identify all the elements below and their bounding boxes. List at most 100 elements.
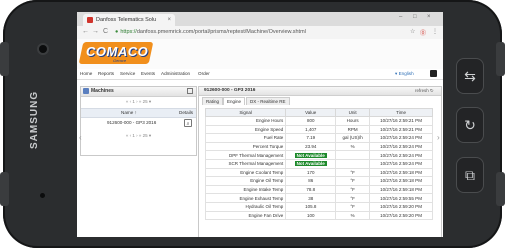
time-cell: 10/27/16 2:59:24 PM — [369, 158, 433, 169]
value-cell: 100 — [285, 210, 337, 221]
company-logo[interactable]: COMACO — [86, 44, 148, 59]
column-name[interactable]: Name ↑ — [121, 110, 137, 115]
left-bumper-top — [0, 42, 9, 76]
browser-menu-icon[interactable]: ⋮ — [432, 28, 438, 35]
front-camera — [39, 45, 47, 53]
table-row: Engine Intake Temp 78.8 °F 10/27/16 2:59:18… — [204, 184, 433, 195]
unit-cell: °F — [335, 201, 371, 212]
table-row: DPF Thermal Management Not Available 10/27… — [204, 150, 433, 160]
unit-cell: Hours — [335, 116, 371, 126]
unit-cell: °F — [335, 167, 371, 178]
machines-column-header: Name ↑ Details — [81, 108, 196, 118]
table-row: Engine Hours 800 Hours 10/27/16 2:59:21 PM — [204, 116, 433, 126]
time-cell: 10/27/16 2:59:24 PM — [369, 133, 433, 143]
back-hw-button[interactable]: ⇆ — [456, 58, 484, 94]
signal-cell: Engine Speed — [204, 124, 287, 135]
home-hw-button[interactable]: ↻ — [456, 107, 484, 143]
tab-rating[interactable]: Rating — [202, 97, 224, 105]
column-details: Details — [179, 110, 194, 115]
left-bumper-bottom — [0, 172, 9, 206]
browser-tab[interactable]: Danfoss Telematics Solu × — [83, 14, 175, 26]
machine-row[interactable]: 912600-000 - GP3 2016 ⌕ — [81, 118, 196, 128]
lock-icon: ● — [115, 29, 119, 35]
time-cell: 10/27/16 2:59:18 PM — [369, 184, 433, 195]
reload-icon[interactable]: C — [103, 28, 108, 35]
menu-item-service[interactable]: Service — [120, 71, 135, 76]
table-row: Engine Fan Drive 100% 10/27/16 2:59:20 PM — [204, 210, 433, 221]
refresh-button[interactable]: refresh ↻ — [415, 88, 434, 94]
language-select[interactable]: ▾ English — [395, 71, 414, 77]
maximize-icon[interactable]: □ — [413, 14, 417, 20]
machine-name[interactable]: 912600-000 - GP3 2016 — [107, 120, 156, 125]
right-bumper-bottom — [496, 172, 505, 206]
unit-cell: gal (US)/h — [335, 133, 371, 143]
value-cell: 105.8 — [285, 201, 337, 212]
time-cell: 10/27/16 2:59:20 PM — [369, 210, 433, 221]
value-cell: 7.19 — [285, 133, 337, 143]
value-cell: 78.8 — [285, 184, 337, 195]
column-signal: Signal — [204, 108, 287, 117]
machines-pager-top[interactable]: « ‹ 1 › » 25 ▾ — [81, 98, 196, 106]
brand-logo: SAMSUNG — [29, 90, 40, 150]
table-row: Hydraulic Oil Temp 105.8 °F 10/27/16 2:59:2… — [204, 201, 433, 212]
tab-close-icon[interactable]: × — [167, 17, 171, 23]
not-available-badge: Not Available — [294, 152, 327, 158]
table-row: Engine Exhaust Temp 38 °F 10/27/16 2:59:55 … — [204, 193, 433, 203]
menu-item-order[interactable]: Order — [198, 71, 210, 76]
time-cell: 10/27/16 2:59:21 PM — [369, 116, 433, 126]
carousel-right-arrow-icon[interactable]: › — [437, 133, 440, 142]
recent-hw-button[interactable]: ⧉ — [456, 157, 484, 193]
signal-table: Signal Value Unit Time Engine Hours 800 Ho… — [204, 108, 433, 221]
value-cell: 23.94 — [285, 141, 337, 152]
unit-cell — [335, 158, 371, 169]
table-row: Percent Torque 23.94% 10/27/16 2:59:24 PM — [204, 141, 433, 152]
menu-item-reports[interactable]: Reports — [98, 71, 114, 76]
url-field[interactable]: ● https://danfoss.pmemrick.com/portal/pri… — [115, 28, 415, 37]
machines-pager-bottom[interactable]: « ‹ 1 › » 25 ▾ — [81, 132, 196, 140]
time-cell: 10/27/16 2:59:24 PM — [369, 141, 433, 152]
details-icon[interactable]: ⌕ — [184, 119, 192, 127]
signal-cell: DPF Thermal Management — [204, 150, 287, 160]
menu-item-administration[interactable]: Administration — [161, 71, 190, 76]
time-cell: 10/27/16 2:59:21 PM — [369, 124, 433, 135]
bookmark-star-icon[interactable]: ☆ — [410, 28, 415, 35]
url-scheme: https:// — [120, 29, 137, 35]
signal-cell: Engine Hours — [204, 116, 287, 126]
machine-title: 912600-000 - GP3 2016 — [204, 88, 256, 93]
value-cell: 170 — [285, 167, 337, 178]
user-icon[interactable] — [430, 70, 437, 77]
tab-title: Danfoss Telematics Solu — [96, 17, 157, 23]
tab-engine[interactable]: Engine — [223, 97, 246, 105]
carousel-left-arrow-icon[interactable]: ‹ — [79, 133, 82, 142]
machines-icon — [83, 88, 89, 94]
column-time: Time — [369, 108, 433, 117]
signal-table-body: Engine Hours 800 Hours 10/27/16 2:59:21 PM E… — [204, 116, 433, 221]
unit-cell — [335, 150, 371, 160]
browser-tab-bar: Danfoss Telematics Solu × – □ × — [77, 12, 443, 26]
signal-cell: Engine Intake Temp — [204, 184, 287, 195]
column-value: Value — [285, 108, 337, 117]
close-window-icon[interactable]: × — [427, 14, 431, 20]
menu-item-events[interactable]: Events — [141, 71, 155, 76]
main-menu: Home Reports Service Events Administrati… — [77, 69, 443, 80]
machine-detail-panel: 912600-000 - GP3 2016 refresh ↻ Rating E… — [198, 86, 442, 237]
address-bar: ← → C ● https://danfoss.pmemrick.com/port… — [77, 26, 443, 40]
minimize-icon[interactable]: – — [399, 14, 402, 20]
machines-title: Machines — [91, 88, 114, 94]
unit-cell: % — [335, 210, 371, 221]
time-cell: 10/27/16 2:59:20 PM — [369, 201, 433, 212]
forward-arrow-icon[interactable]: → — [92, 28, 99, 35]
url-text: danfoss.pmemrick.com/portal/prisms/repte… — [136, 29, 306, 35]
unit-cell: °F — [335, 193, 371, 203]
time-cell: 10/27/16 2:59:18 PM — [369, 176, 433, 186]
logo-subtitle: Gerace — [113, 58, 127, 63]
signal-cell: Engine Fan Drive — [204, 210, 287, 221]
signal-cell: Fuel Rate — [204, 133, 287, 143]
back-arrow-icon[interactable]: ← — [82, 28, 89, 35]
signal-cell: Percent Torque — [204, 141, 287, 152]
menu-item-home[interactable]: Home — [80, 71, 92, 76]
extension-icon[interactable]: ⓪ — [420, 28, 426, 37]
panel-toggle-icon[interactable] — [187, 88, 193, 94]
tab-dx-realtime[interactable]: DX - Realtime RE — [246, 97, 290, 105]
value-cell: 38 — [285, 193, 337, 203]
